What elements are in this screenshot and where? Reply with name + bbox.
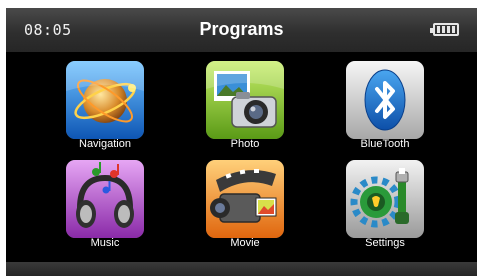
app-label-music: Music	[90, 237, 120, 249]
app-label-bluetooth: BlueTooth	[360, 138, 410, 150]
headphones-icon	[66, 160, 144, 238]
app-label-photo: Photo	[230, 138, 260, 150]
bottom-bar	[6, 262, 477, 276]
app-bluetooth[interactable]: BlueTooth	[335, 61, 435, 161]
app-navigation[interactable]: Navigation	[55, 61, 155, 161]
camera-icon	[206, 61, 284, 139]
app-label-movie: Movie	[230, 237, 260, 249]
gears-icon	[346, 160, 424, 238]
globe-icon	[66, 61, 144, 139]
app-music[interactable]: Music	[55, 160, 155, 260]
app-movie[interactable]: Movie	[195, 160, 295, 260]
video-camera-icon	[206, 160, 284, 238]
page-title: Programs	[199, 19, 284, 39]
status-bar: 08:05 Programs	[6, 8, 477, 52]
app-label-settings: Settings	[365, 237, 405, 249]
app-settings[interactable]: Settings	[335, 160, 435, 260]
device-screen: 08:05 Programs Navigation Photo BlueToot…	[6, 8, 477, 276]
battery-full-icon	[430, 23, 459, 36]
bluetooth-icon	[346, 61, 424, 139]
app-label-navigation: Navigation	[79, 138, 131, 150]
app-photo[interactable]: Photo	[195, 61, 295, 161]
